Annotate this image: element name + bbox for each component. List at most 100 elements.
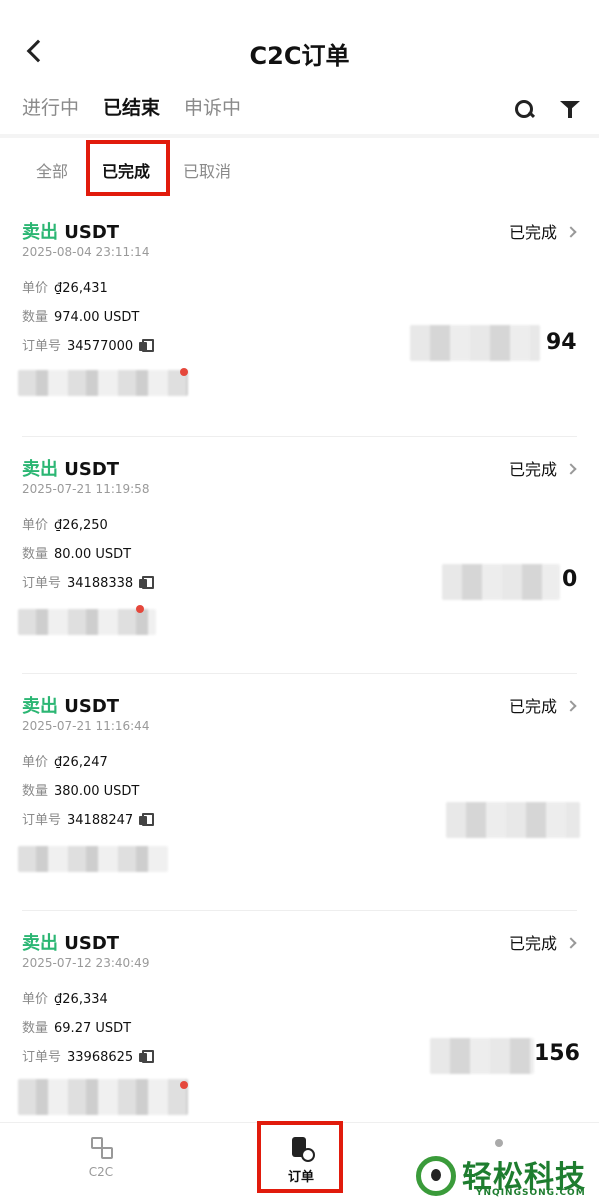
price-label: 单价 xyxy=(22,518,49,533)
price-row: 单价 ₫26,431 xyxy=(22,277,108,296)
order-status-label: 已完成 xyxy=(508,460,557,479)
unread-dot xyxy=(180,368,188,376)
order-side: 卖出 xyxy=(22,459,58,480)
order-time: 2025-07-21 11:19:58 xyxy=(22,482,150,496)
tab-tools xyxy=(513,98,581,120)
quantity-row: 数量 380.00 USDT xyxy=(22,780,139,799)
order-no-row: 订单号 34577000 xyxy=(22,335,155,354)
quantity-value: 69.27 USDT xyxy=(54,1021,132,1036)
quantity-value: 380.00 USDT xyxy=(54,784,140,799)
order-no-label: 订单号 xyxy=(22,339,62,354)
nav-c2c[interactable]: C2C xyxy=(84,1137,118,1179)
amount-tail: 94 xyxy=(546,330,577,355)
order-title: 卖出 USDT xyxy=(22,692,119,718)
price-label: 单价 xyxy=(22,755,49,770)
order-coin: USDT xyxy=(64,459,120,480)
quantity-label: 数量 xyxy=(22,1021,49,1036)
order-title: 卖出 USDT xyxy=(22,929,119,955)
copy-icon[interactable] xyxy=(139,576,155,589)
order-card[interactable]: 卖出 USDT 2025-07-21 11:16:44 已完成 单价 ₫26,24… xyxy=(0,674,599,911)
quantity-label: 数量 xyxy=(22,784,49,799)
order-no-row: 订单号 34188338 xyxy=(22,572,155,591)
order-status[interactable]: 已完成 xyxy=(508,930,577,954)
price-row: 单价 ₫26,250 xyxy=(22,514,108,533)
subtab-cancelled[interactable]: 已取消 xyxy=(183,158,231,182)
order-status-label: 已完成 xyxy=(508,223,557,242)
copy-icon[interactable] xyxy=(139,1050,155,1063)
watermark-subtext: YNQINGSONG.COM xyxy=(476,1188,586,1198)
order-side: 卖出 xyxy=(22,696,58,717)
price-label: 单价 xyxy=(22,281,49,296)
chevron-right-icon xyxy=(565,937,577,949)
highlight-box-orders xyxy=(257,1121,343,1193)
quantity-value: 974.00 USDT xyxy=(54,310,140,325)
order-side: 卖出 xyxy=(22,222,58,243)
order-time: 2025-07-21 11:16:44 xyxy=(22,719,150,733)
quantity-row: 数量 80.00 USDT xyxy=(22,543,131,562)
redacted-amount xyxy=(446,802,580,838)
tab-in-progress[interactable]: 进行中 xyxy=(22,94,79,134)
order-status[interactable]: 已完成 xyxy=(508,219,577,243)
nav-c2c-label: C2C xyxy=(88,1165,114,1179)
order-card[interactable]: 卖出 USDT 2025-08-04 23:11:14 已完成 单价 ₫26,43… xyxy=(0,200,599,437)
chevron-right-icon xyxy=(565,463,577,475)
subtab-all[interactable]: 全部 xyxy=(36,158,68,182)
top-bar: C2C订单 xyxy=(0,0,599,100)
c2c-icon xyxy=(91,1137,113,1159)
watermark-logo-icon xyxy=(416,1156,456,1196)
amount-tail: 0 xyxy=(562,567,578,592)
price-value: ₫26,334 xyxy=(54,992,108,1007)
order-coin: USDT xyxy=(64,933,120,954)
chevron-right-icon xyxy=(565,700,577,712)
copy-icon[interactable] xyxy=(139,339,155,352)
order-card[interactable]: 卖出 USDT 2025-07-12 23:40:49 已完成 单价 ₫26,33… xyxy=(0,911,599,1148)
price-value: ₫26,247 xyxy=(54,755,108,770)
redacted-counterparty xyxy=(18,609,156,635)
quantity-value: 80.00 USDT xyxy=(54,547,132,562)
order-time: 2025-07-12 23:40:49 xyxy=(22,956,150,970)
quantity-label: 数量 xyxy=(22,310,49,325)
order-no-value: 34577000 xyxy=(67,339,134,354)
redacted-counterparty xyxy=(18,846,168,872)
tab-finished[interactable]: 已结束 xyxy=(103,94,160,134)
order-status[interactable]: 已完成 xyxy=(508,456,577,480)
order-no-label: 订单号 xyxy=(22,576,62,591)
redacted-amount xyxy=(410,325,540,361)
order-no-label: 订单号 xyxy=(22,1050,62,1065)
redacted-counterparty xyxy=(18,1079,188,1115)
price-label: 单价 xyxy=(22,992,49,1007)
amount-tail: 156 xyxy=(534,1041,580,1066)
redacted-amount xyxy=(442,564,560,600)
unread-dot xyxy=(180,1081,188,1089)
price-value: ₫26,431 xyxy=(54,281,108,296)
filter-icon[interactable] xyxy=(559,98,581,120)
order-no-value: 33968625 xyxy=(67,1050,134,1065)
page-title: C2C订单 xyxy=(249,42,350,70)
order-status-label: 已完成 xyxy=(508,934,557,953)
price-row: 单价 ₫26,247 xyxy=(22,751,108,770)
order-no-value: 34188247 xyxy=(67,813,134,828)
order-card[interactable]: 卖出 USDT 2025-07-21 11:19:58 已完成 单价 ₫26,25… xyxy=(0,437,599,674)
order-no-value: 34188338 xyxy=(67,576,134,591)
price-row: 单价 ₫26,334 xyxy=(22,988,108,1007)
order-side: 卖出 xyxy=(22,933,58,954)
order-status[interactable]: 已完成 xyxy=(509,693,577,717)
redacted-counterparty xyxy=(18,370,188,396)
order-coin: USDT xyxy=(64,222,120,243)
redacted-amount xyxy=(430,1038,534,1074)
order-title: 卖出 USDT xyxy=(22,455,119,481)
dot-icon xyxy=(495,1139,503,1147)
quantity-row: 数量 974.00 USDT xyxy=(22,306,139,325)
unread-dot xyxy=(136,605,144,613)
search-icon[interactable] xyxy=(513,98,535,120)
watermark: 轻松科技 YNQINGSONG.COM xyxy=(416,1150,596,1200)
status-tabs: 进行中 已结束 申诉中 xyxy=(22,94,241,134)
order-title: 卖出 USDT xyxy=(22,218,119,244)
tab-appeal[interactable]: 申诉中 xyxy=(184,94,241,134)
copy-icon[interactable] xyxy=(139,813,155,826)
price-value: ₫26,250 xyxy=(54,518,108,533)
order-time: 2025-08-04 23:11:14 xyxy=(22,245,150,259)
order-no-row: 订单号 34188247 xyxy=(22,809,155,828)
quantity-label: 数量 xyxy=(22,547,49,562)
nav-more[interactable] xyxy=(492,1137,506,1147)
